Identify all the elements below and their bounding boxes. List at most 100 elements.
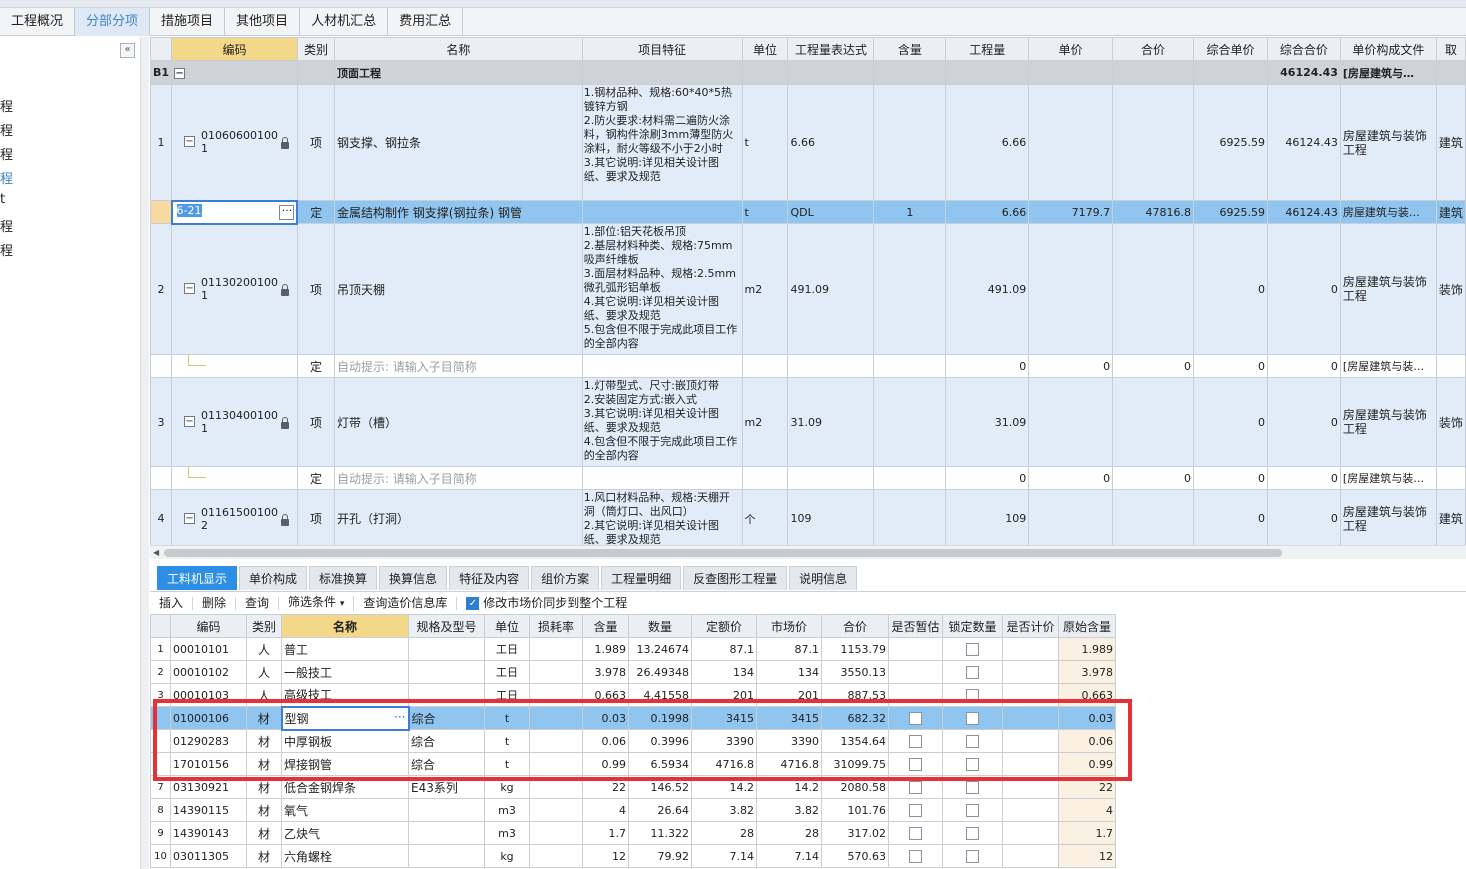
fee-cell[interactable]: 装饰 xyxy=(1435,223,1466,355)
table-row[interactable]: 2 00010102 人一般技工 工日 3.978 26.49348 134 134 3550.… xyxy=(150,660,1116,684)
column-header[interactable]: 名称 xyxy=(333,37,583,61)
top-tab[interactable]: 分部分项 xyxy=(75,8,151,36)
content-cell[interactable]: 1.989 xyxy=(582,637,629,661)
unit-cell[interactable] xyxy=(741,466,789,490)
name-cell[interactable]: 开孔（打洞） xyxy=(333,489,583,548)
bottom-tab[interactable]: 单价构成 xyxy=(239,566,308,590)
column-header[interactable] xyxy=(150,614,171,638)
feature-cell[interactable]: 1.部位:铝天花板吊顶 2.基层材料种类、规格:75mm吸声纤维板 3.面层材料… xyxy=(581,223,743,355)
column-header[interactable]: 数量 xyxy=(628,614,692,638)
market-cell[interactable]: 134 xyxy=(756,660,822,684)
content-cell[interactable] xyxy=(873,84,947,201)
bottom-tab[interactable]: 工程量明细 xyxy=(601,566,682,590)
code-cell[interactable]: 03011305 xyxy=(170,844,247,868)
lock-checkbox[interactable] xyxy=(966,780,979,794)
filter-dropdown[interactable]: 筛选条件 ▾ xyxy=(279,596,355,611)
sidebar-item[interactable]: 程 xyxy=(0,240,13,259)
sync-option[interactable]: ✓ 修改市场价同步到整个工程 xyxy=(457,597,636,610)
quantity-cell[interactable]: 6.66 xyxy=(945,200,1030,224)
column-header[interactable]: 损耗率 xyxy=(529,614,583,638)
table-row[interactable]: 4−01161500100 2 项开孔（打洞） 1.风口材料品种、规格:天棚开洞（筒… xyxy=(149,489,1466,548)
top-tab[interactable]: 费用汇总 xyxy=(388,8,464,36)
top-tab[interactable]: 措施项目 xyxy=(150,8,226,36)
column-header[interactable]: 综合单价 xyxy=(1193,37,1268,61)
column-header[interactable]: 是否暂估 xyxy=(888,614,943,638)
unit-cell[interactable]: t xyxy=(741,84,789,201)
price-file-cell[interactable]: 房屋建筑与装饰工程 xyxy=(1339,84,1437,201)
top-tab[interactable]: 人材机汇总 xyxy=(300,8,389,36)
name-cell[interactable]: 氧气 xyxy=(281,798,409,822)
bottom-tab[interactable]: 标准换算 xyxy=(309,566,378,590)
lock-checkbox[interactable] xyxy=(966,849,979,863)
price-file-cell[interactable]: 房屋建筑与装饰工程 xyxy=(1339,377,1437,467)
collapse-toggle-icon[interactable]: − xyxy=(184,136,196,148)
sync-checkbox[interactable]: ✓ xyxy=(466,597,480,610)
expression-cell[interactable] xyxy=(787,354,875,378)
fee-cell[interactable]: 装饰 xyxy=(1435,377,1466,467)
table-row[interactable]: 9 14390143 材乙炔气 m3 1.7 11.322 28 28 317.02 1.7 xyxy=(150,821,1116,845)
name-cell[interactable]: 吊顶天棚 xyxy=(333,223,583,355)
content-cell[interactable] xyxy=(873,223,947,355)
table-row[interactable]: 8 14390115 材氧气 m3 4 26.64 3.82 3.82 101.76 4 xyxy=(150,798,1116,822)
expression-cell[interactable]: QDL xyxy=(787,200,875,224)
name-cell[interactable]: 乙炔气 xyxy=(281,821,409,845)
insert-button[interactable]: 插入 xyxy=(150,597,194,610)
column-header[interactable]: 单价构成文件 xyxy=(1339,37,1437,61)
quantity-cell[interactable]: 6.66 xyxy=(945,84,1030,201)
name-cell[interactable]: 普工 xyxy=(281,637,409,661)
spec-cell[interactable] xyxy=(408,821,485,845)
section-row[interactable]: B1− 顶面工程 46124.43 [房屋建筑与… xyxy=(149,60,1466,85)
spec-cell[interactable] xyxy=(408,660,485,684)
fee-cell[interactable] xyxy=(1435,354,1466,378)
market-cell[interactable]: 7.14 xyxy=(756,844,822,868)
sidebar-item[interactable]: 程 xyxy=(0,96,13,115)
price-file-cell[interactable]: 房屋建筑与装饰工程 xyxy=(1339,489,1437,548)
query-button[interactable]: 查询 xyxy=(236,597,280,610)
lock-checkbox[interactable] xyxy=(966,826,979,840)
column-header[interactable]: 是否计价 xyxy=(1002,614,1059,638)
sidebar-item[interactable]: t xyxy=(0,192,5,207)
name-cell[interactable]: 自动提示: 请输入子目简称 xyxy=(333,466,583,490)
market-cell[interactable]: 87.1 xyxy=(756,637,822,661)
market-cell[interactable]: 3.82 xyxy=(756,798,822,822)
collapse-toggle-icon[interactable]: − xyxy=(184,283,196,295)
sidebar-item[interactable]: 程 xyxy=(0,120,13,139)
bottom-tab[interactable]: 说明信息 xyxy=(789,566,858,590)
column-header[interactable]: 含量 xyxy=(582,614,629,638)
feature-cell[interactable]: 1.灯带型式、尺寸:嵌顶灯带 2.安装固定方式:嵌入式 3.其它说明:详见相关设… xyxy=(581,377,743,467)
code-cell[interactable]: 6-21 ··· xyxy=(170,199,299,225)
content-cell[interactable]: 1.7 xyxy=(582,821,629,845)
est-checkbox[interactable] xyxy=(909,849,922,863)
expression-cell[interactable]: 109 xyxy=(787,489,875,548)
bottom-tab[interactable]: 反查图形工程量 xyxy=(683,566,788,590)
splitter[interactable] xyxy=(141,37,149,869)
column-header[interactable]: 类别 xyxy=(246,614,282,638)
code-input[interactable]: 6-21 xyxy=(176,204,202,217)
fee-cell[interactable]: 建筑 xyxy=(1435,489,1466,548)
sidebar-item[interactable]: 程 xyxy=(0,144,13,163)
column-header[interactable]: 项目特征 xyxy=(581,37,743,61)
name-cell[interactable]: 灯带（槽） xyxy=(333,377,583,467)
unit-cell[interactable]: m2 xyxy=(741,377,789,467)
column-header[interactable]: 工程量表达式 xyxy=(787,37,875,61)
column-header[interactable]: 原始含量 xyxy=(1058,614,1116,638)
column-header[interactable]: 单位 xyxy=(741,37,789,61)
scroll-left-icon[interactable]: ◀ xyxy=(153,548,159,557)
table-row[interactable]: 定自动提示: 请输入子目简称 0 0 0 0 0 [房屋建筑与装… xyxy=(149,354,1466,378)
name-cell[interactable]: 金属结构制作 钢支撑(钢拉条) 钢管 xyxy=(333,200,583,224)
quantity-cell[interactable]: 109 xyxy=(945,489,1030,548)
est-checkbox[interactable] xyxy=(909,826,922,840)
content-cell[interactable]: 4 xyxy=(582,798,629,822)
bottom-tab[interactable]: 特征及内容 xyxy=(449,566,530,590)
fee-cell[interactable]: 建筑 xyxy=(1435,200,1466,224)
lock-checkbox[interactable] xyxy=(966,665,979,679)
column-header[interactable]: 单价 xyxy=(1028,37,1114,61)
feature-cell[interactable] xyxy=(581,466,743,490)
column-header[interactable]: 编码 xyxy=(171,37,298,61)
quantity-cell[interactable]: 31.09 xyxy=(945,377,1030,467)
column-header[interactable]: 规格及型号 xyxy=(408,614,485,638)
collapse-sidebar-button[interactable]: « xyxy=(120,43,135,58)
content-cell[interactable]: 12 xyxy=(582,844,629,868)
name-cell[interactable]: 自动提示: 请输入子目简称 xyxy=(333,354,583,378)
feature-cell[interactable]: 1.风口材料品种、规格:天棚开洞（筒灯口、出风口） 2.其它说明:详见相关设计图… xyxy=(581,489,743,548)
